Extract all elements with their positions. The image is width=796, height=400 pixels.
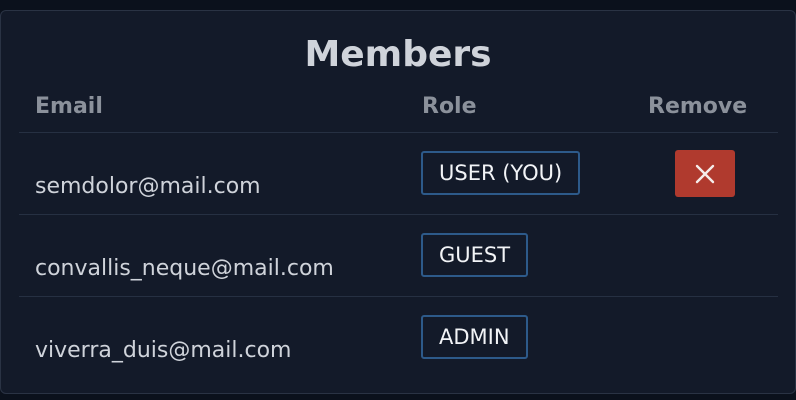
role-button[interactable]: ADMIN	[421, 315, 528, 359]
close-icon	[695, 164, 715, 183]
column-header-role: Role	[422, 94, 477, 119]
member-email: convallis_neque@mail.com	[35, 256, 334, 281]
member-email: viverra_duis@mail.com	[35, 338, 292, 363]
role-button[interactable]: USER (YOU)	[421, 151, 581, 195]
members-panel: Members Email Role Remove semdolor@mail.…	[0, 10, 796, 394]
page-title: Members	[304, 34, 492, 75]
column-header-remove: Remove	[648, 94, 748, 119]
member-row: semdolor@mail.com USER (YOU)	[19, 133, 778, 215]
role-button[interactable]: GUEST	[421, 233, 529, 277]
member-email: semdolor@mail.com	[35, 174, 261, 199]
column-header-email: Email	[35, 94, 103, 119]
member-row: viverra_duis@mail.com ADMIN	[19, 297, 778, 379]
remove-member-button[interactable]	[675, 150, 735, 197]
member-row: convallis_neque@mail.com GUEST	[19, 215, 778, 297]
